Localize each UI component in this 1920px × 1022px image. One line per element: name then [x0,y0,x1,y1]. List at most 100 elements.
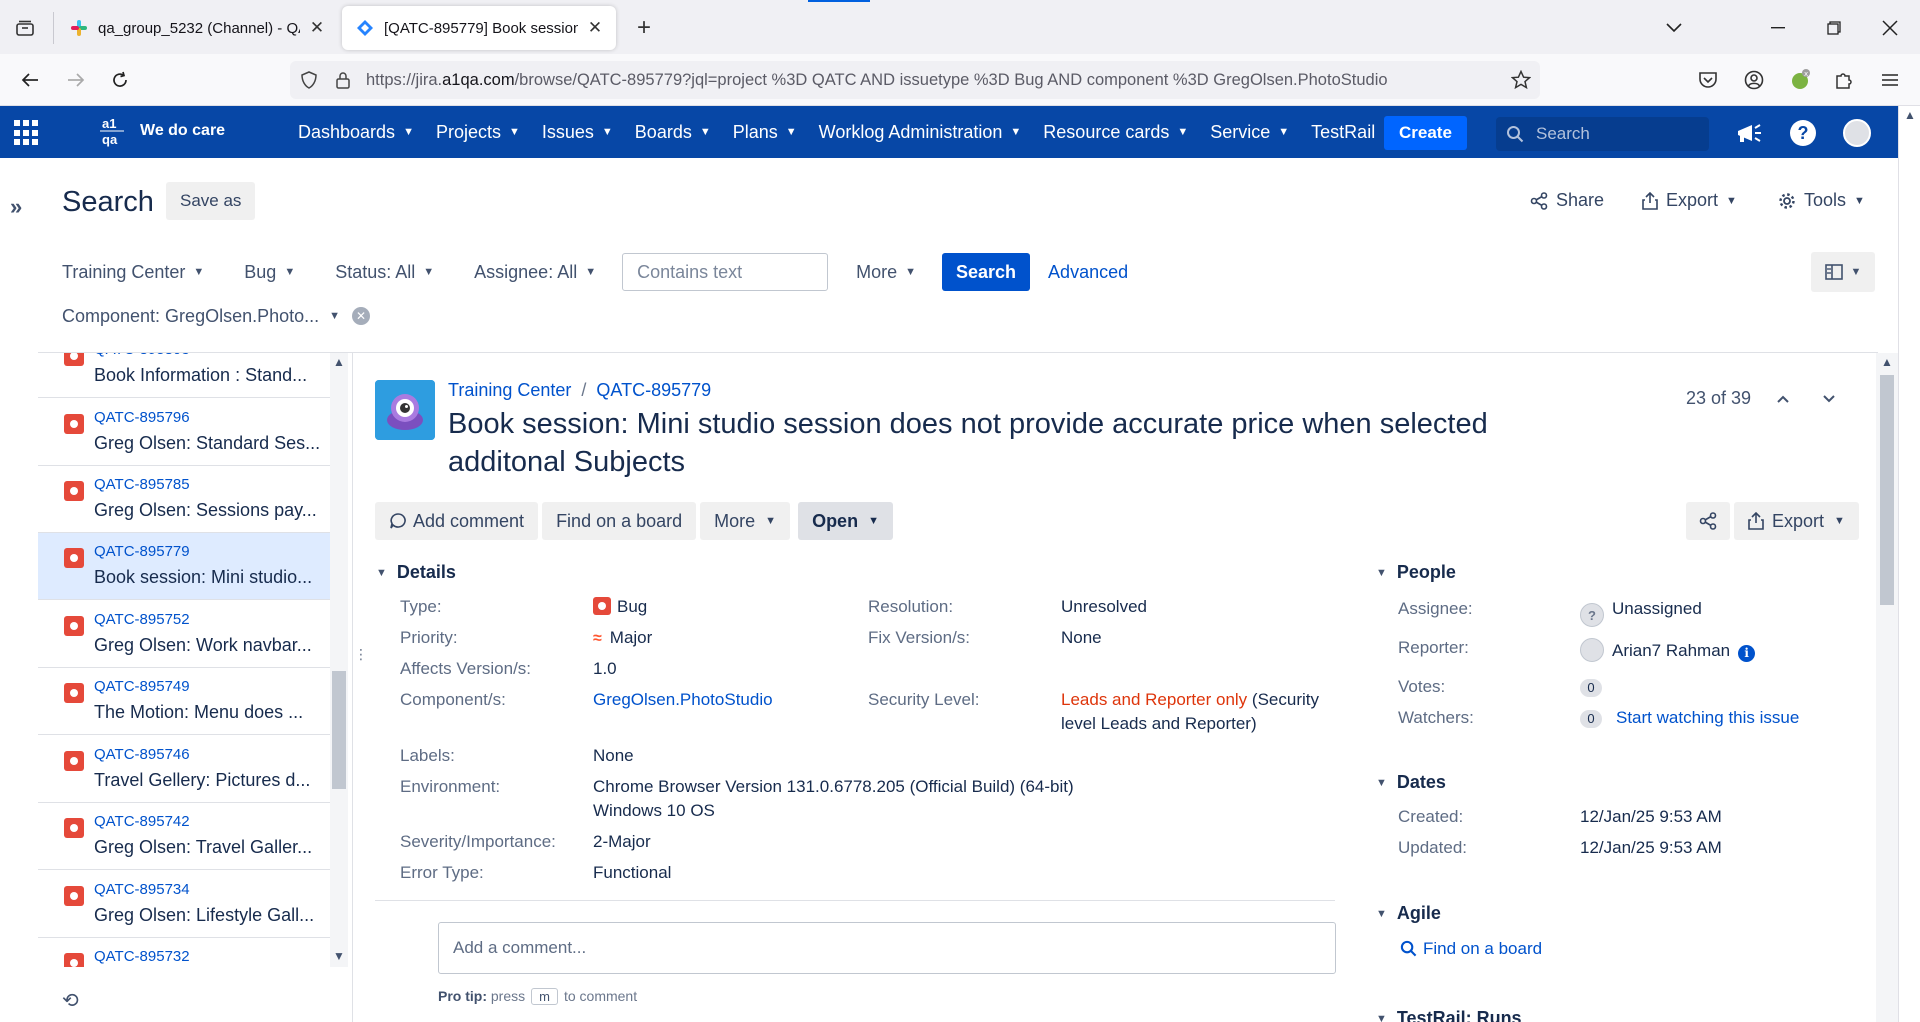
scrollbar-thumb[interactable] [332,671,346,789]
assignee-filter[interactable]: Assignee: All ▼ [460,253,610,291]
next-issue-icon[interactable] [1818,388,1840,410]
browser-tab-teams[interactable]: qa_group_5232 (Channel) - QA | Mic ✕ [56,6,338,50]
issue-key[interactable]: QATC-895734 [94,881,190,898]
close-tab-icon[interactable]: ✕ [584,17,606,39]
help-icon[interactable]: ? [1788,118,1818,148]
extensions-puzzle-icon[interactable] [1828,64,1860,96]
breadcrumb-issue-key[interactable]: QATC-895779 [596,380,711,401]
menu-service[interactable]: Service ▼ [1210,122,1289,143]
issue-key[interactable]: QATC-895796 [94,409,190,426]
browser-tab-jira[interactable]: [QATC-895779] Book session: Mini ✕ [342,6,616,50]
issue-key[interactable]: QATC-895779 [94,543,190,560]
find-on-board-button[interactable]: Find on a board [542,502,697,540]
info-icon[interactable]: i [1738,645,1756,662]
testrail-runs-section-toggle[interactable]: ▼ TestRail: Runs [1376,1008,1522,1022]
hamburger-menu-icon[interactable] [1874,64,1906,96]
start-watching-link[interactable]: Start watching this issue [1616,708,1799,728]
resize-handle-icon[interactable]: ⋮ [354,646,368,663]
breadcrumb-project[interactable]: Training Center [448,380,571,401]
minimize-icon[interactable] [1760,10,1796,46]
issue-key[interactable]: QATC-895752 [94,611,190,628]
issue-key[interactable]: QATC-895785 [94,476,190,493]
announcement-megaphone-icon[interactable] [1734,118,1764,148]
back-icon[interactable] [14,64,46,96]
agile-find-on-board-link[interactable]: Find on a board [1400,939,1542,959]
list-item[interactable]: QATC-895742 Greg Olsen: Travel Galler... [38,803,330,870]
account-icon[interactable] [1738,64,1770,96]
list-item[interactable]: QATC-895746 Travel Gellery: Pictures d... [38,736,330,803]
menu-dashboards[interactable]: Dashboards ▼ [298,122,414,143]
issue-key[interactable]: QATC-895803 [94,353,190,358]
forward-icon[interactable] [60,64,92,96]
list-item-selected[interactable]: QATC-895779 Book session: Mini studio... [38,533,330,600]
list-item[interactable]: QATC-895734 Greg Olsen: Lifestyle Gall... [38,871,330,938]
menu-worklog-administration[interactable]: Worklog Administration ▼ [819,122,1022,143]
tab-overflow-chevron-icon[interactable] [1656,10,1692,46]
list-item[interactable]: QATC-895752 Greg Olsen: Work navbar... [38,601,330,668]
export-menu-button[interactable]: Export ▼ [1642,190,1737,211]
menu-plans[interactable]: Plans ▼ [733,122,797,143]
restore-icon[interactable] [1816,10,1852,46]
tab-list-icon[interactable] [8,14,42,42]
layout-switcher-button[interactable]: ▼ [1811,252,1875,292]
scroll-down-icon[interactable]: ▼ [333,949,345,963]
details-section-toggle[interactable]: ▼ Details [376,562,456,583]
issue-key[interactable]: QATC-895742 [94,813,190,830]
scroll-up-icon[interactable]: ▲ [333,355,345,369]
app-switcher-icon[interactable] [14,120,40,146]
search-button[interactable]: Search [942,253,1031,291]
close-window-icon[interactable] [1872,10,1908,46]
clear-filter-icon[interactable]: ✕ [352,307,371,325]
new-tab-icon[interactable]: + [628,12,660,44]
scrollbar-thumb[interactable] [1880,375,1894,605]
create-button[interactable]: Create [1384,116,1467,150]
bookmark-star-icon[interactable] [1510,69,1532,91]
type-filter[interactable]: Bug ▼ [230,253,309,291]
component-link[interactable]: GregOlsen.PhotoStudio [593,690,773,710]
issue-key[interactable]: QATC-895749 [94,678,190,695]
contains-text-input[interactable]: Contains text [622,253,829,291]
advanced-link[interactable]: Advanced [1048,262,1128,283]
add-comment-button[interactable]: Add comment [375,502,539,540]
project-filter[interactable]: Training Center ▼ [48,253,218,291]
shield-icon[interactable] [298,69,320,91]
list-item[interactable]: QATC-895803 Book Information : Stand... [38,353,330,398]
component-filter[interactable]: Component: GregOlsen.Photo... ▼ ✕ [62,296,371,336]
list-item[interactable]: QATC-895732 [38,938,330,967]
previous-issue-icon[interactable] [1772,388,1794,410]
page-scrollbar[interactable]: ▲ [1898,106,1920,1022]
status-button[interactable]: Open ▼ [798,502,893,540]
reporter-value[interactable]: Arian7 Rahman i [1580,638,1756,662]
menu-resource-cards[interactable]: Resource cards ▼ [1043,122,1188,143]
issue-key[interactable]: QATC-895746 [94,746,190,763]
list-item[interactable]: QATC-895749 The Motion: Menu does ... [38,668,330,735]
header-search-input[interactable]: Search [1496,117,1709,151]
issue-key[interactable]: QATC-895732 [94,948,190,965]
refresh-icon[interactable]: ⟲ [62,988,79,1013]
pocket-icon[interactable] [1692,64,1724,96]
issue-list-scrollbar[interactable]: ▲ ▼ [330,353,348,967]
expand-sidebar-icon[interactable]: » [10,194,22,220]
assignee-value[interactable]: ? Unassigned [1580,599,1702,627]
issue-export-button[interactable]: Export ▼ [1734,502,1859,540]
lock-icon[interactable] [332,69,354,91]
menu-testrail[interactable]: TestRail▼ [1311,122,1394,143]
detail-scrollbar[interactable]: ▲ [1876,353,1898,1022]
scroll-up-icon[interactable]: ▲ [1881,355,1893,369]
status-filter[interactable]: Status: All ▼ [321,253,448,291]
issue-share-button[interactable] [1686,502,1730,540]
extension-icon[interactable]: x [1784,64,1816,96]
address-bar[interactable]: https://jira.a1qa.com/browse/QATC-895779… [290,61,1540,99]
dates-section-toggle[interactable]: ▼ Dates [1376,772,1446,793]
menu-issues[interactable]: Issues ▼ [542,122,613,143]
menu-projects[interactable]: Projects ▼ [436,122,520,143]
list-item[interactable]: QATC-895796 Greg Olsen: Standard Ses... [38,399,330,466]
share-button[interactable]: Share [1530,190,1604,211]
agile-section-toggle[interactable]: ▼ Agile [1376,903,1441,924]
save-as-button[interactable]: Save as [166,182,256,220]
list-item[interactable]: QATC-895785 Greg Olsen: Sessions pay... [38,466,330,533]
reload-icon[interactable] [104,64,136,96]
more-button[interactable]: More ▼ [700,502,791,540]
a1qa-logo[interactable]: a1 qa [98,114,128,150]
add-comment-input[interactable]: Add a comment... [438,922,1336,974]
